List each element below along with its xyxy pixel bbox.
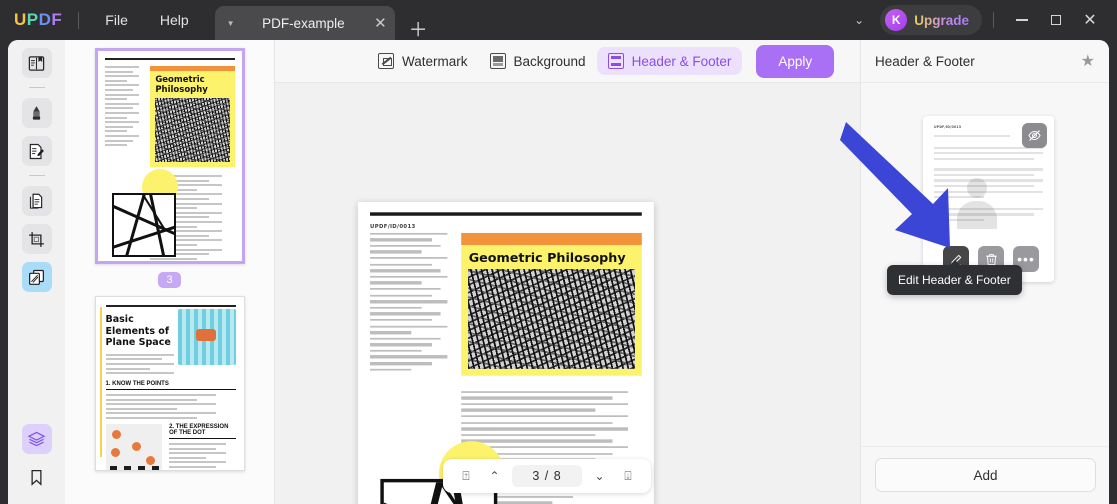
document-title: Geometric Philosophy bbox=[468, 249, 626, 265]
panel-header: Header & Footer ★ bbox=[861, 40, 1109, 83]
thumb4-top-rule bbox=[105, 305, 236, 307]
document-viewport: Watermark Background Header & Footer App… bbox=[275, 40, 860, 504]
page-thumbnail-panel[interactable]: Geometric Philosophy 3 Basic Elements of… bbox=[65, 40, 275, 504]
sidebar-item-organize-pages[interactable] bbox=[21, 186, 52, 216]
menu-help[interactable]: Help bbox=[144, 6, 205, 34]
thumb4-accent-bar bbox=[99, 307, 102, 457]
thumb4-dots-image bbox=[105, 424, 163, 470]
book-reader-icon bbox=[28, 55, 45, 71]
titlebar-divider bbox=[78, 11, 80, 29]
sidebar-item-batch[interactable] bbox=[21, 262, 52, 292]
previous-page-icon[interactable]: ⌃ bbox=[484, 470, 506, 482]
thumb4-photo bbox=[177, 309, 236, 365]
document-tab[interactable]: ▼ PDF-example ✕ bbox=[214, 6, 395, 40]
thumb-mesh-image bbox=[155, 98, 230, 162]
logo-letter-d: D bbox=[38, 10, 52, 29]
thumb-top-rule bbox=[104, 58, 235, 60]
thumb-title: Geometric Philosophy bbox=[155, 75, 208, 95]
sidebar-item-reader[interactable] bbox=[21, 48, 52, 78]
next-page-icon[interactable]: ⌄ bbox=[589, 470, 611, 482]
stacked-pages-watermark-icon bbox=[29, 269, 44, 285]
logo-letter-u: U bbox=[14, 10, 27, 29]
background-label: Background bbox=[513, 53, 586, 69]
header-footer-label: Header & Footer bbox=[631, 53, 732, 69]
header-footer-icon bbox=[607, 53, 624, 69]
tooltip: Edit Header & Footer bbox=[887, 260, 1022, 295]
first-page-icon[interactable]: ⍐ bbox=[455, 470, 477, 482]
apply-button[interactable]: Apply bbox=[756, 44, 835, 78]
doc-top-rule bbox=[370, 212, 642, 216]
add-button-container: Add bbox=[861, 446, 1109, 504]
avatar: K bbox=[885, 9, 908, 31]
logo-letter-p: P bbox=[26, 10, 39, 29]
bookmark-icon bbox=[31, 469, 42, 486]
last-page-icon[interactable]: ⍗ bbox=[617, 470, 639, 482]
chevron-down-icon[interactable]: ⌄ bbox=[842, 7, 876, 33]
document-pencil-icon bbox=[29, 143, 44, 159]
star-favorite-icon[interactable]: ★ bbox=[1081, 51, 1095, 71]
header-footer-panel: Header & Footer ★ UPDF/ID/0013 ••• Edit … bbox=[860, 40, 1109, 504]
sidebar-item-edit-pdf[interactable] bbox=[21, 136, 52, 166]
maximize-icon[interactable] bbox=[1039, 6, 1073, 34]
tab-strip: ▼ PDF-example ✕ ＋ bbox=[214, 0, 428, 40]
highlighter-pen-icon bbox=[32, 105, 41, 120]
sidebar-item-layers[interactable] bbox=[21, 424, 52, 454]
thumb4-section-2: 2. THE EXPRESSION OF THE DOT bbox=[169, 424, 236, 440]
header-footer-preview-card[interactable]: UPDF/ID/0013 ••• bbox=[923, 116, 1054, 282]
chevron-down-icon[interactable]: ▼ bbox=[227, 19, 235, 28]
thumbnail-page-4[interactable]: Basic Elements of Plane Space 1. KNOW TH… bbox=[94, 296, 245, 471]
thumb-line-art bbox=[111, 193, 176, 257]
sidebar-item-annotate[interactable] bbox=[21, 98, 52, 128]
app-body: Geometric Philosophy 3 Basic Elements of… bbox=[8, 40, 1109, 504]
rail-divider-1 bbox=[28, 87, 45, 88]
card-ghost-avatar bbox=[957, 178, 997, 230]
watermark-label: Watermark bbox=[402, 53, 468, 69]
close-icon[interactable]: ✕ bbox=[1073, 6, 1107, 34]
panel-title: Header & Footer bbox=[875, 53, 975, 69]
header-footer-toolbar: Watermark Background Header & Footer App… bbox=[275, 40, 860, 83]
watermark-button[interactable]: Watermark bbox=[367, 47, 479, 75]
upgrade-button[interactable]: K Upgrade bbox=[880, 5, 982, 35]
thumb4-section-1: 1. KNOW THE POINTS bbox=[105, 381, 236, 391]
background-button[interactable]: Background bbox=[479, 47, 597, 75]
rail-divider-2 bbox=[28, 175, 45, 176]
sidebar-item-crop[interactable] bbox=[21, 224, 52, 254]
updf-logo: U P D F bbox=[14, 10, 62, 30]
layers-stack-icon bbox=[27, 431, 46, 446]
upgrade-label: Upgrade bbox=[914, 12, 969, 28]
menu-file[interactable]: File bbox=[89, 6, 144, 34]
document-canvas[interactable]: UPDF/ID/0013 Geometric Philosophy bbox=[275, 83, 860, 504]
doc-orange-bar bbox=[461, 232, 642, 245]
doc-yellow-header-box: Geometric Philosophy bbox=[461, 244, 642, 376]
page-navigation-bar: ⍐ ⌃ 3 / 8 ⌄ ⍗ bbox=[443, 459, 651, 493]
header-footer-button[interactable]: Header & Footer bbox=[596, 47, 743, 75]
thumb4-title: Basic Elements of Plane Space bbox=[105, 314, 171, 349]
background-icon bbox=[489, 53, 506, 69]
thumbnail-page-3[interactable]: Geometric Philosophy bbox=[94, 48, 245, 264]
title-bar: U P D F File Help ▼ PDF-example ✕ ＋ ⌄ K … bbox=[0, 0, 1117, 40]
document-header-text: UPDF/ID/0013 bbox=[370, 221, 416, 229]
tab-title: PDF-example bbox=[262, 15, 345, 31]
crop-icon bbox=[29, 231, 44, 247]
left-tool-rail bbox=[8, 40, 65, 504]
plus-icon[interactable]: ＋ bbox=[409, 21, 428, 40]
minimize-icon[interactable] bbox=[1005, 6, 1039, 34]
add-button[interactable]: Add bbox=[875, 458, 1096, 492]
pages-icon bbox=[29, 193, 43, 209]
doc-mesh-image bbox=[468, 268, 635, 369]
close-icon[interactable]: ✕ bbox=[374, 16, 387, 31]
watermark-icon bbox=[378, 53, 394, 69]
updf-application-window: U P D F File Help ▼ PDF-example ✕ ＋ ⌄ K … bbox=[0, 0, 1117, 504]
more-options-icon: ••• bbox=[1017, 251, 1035, 267]
page-number-input[interactable]: 3 / 8 bbox=[512, 465, 582, 487]
thumb-page-number: 3 bbox=[158, 272, 181, 288]
sidebar-item-bookmark[interactable] bbox=[22, 462, 52, 492]
titlebar-divider-2 bbox=[993, 12, 994, 28]
eye-off-icon[interactable] bbox=[1022, 123, 1047, 148]
titlebar-right-controls: ⌄ K Upgrade ✕ bbox=[842, 5, 1117, 35]
logo-letter-f: F bbox=[51, 10, 63, 29]
